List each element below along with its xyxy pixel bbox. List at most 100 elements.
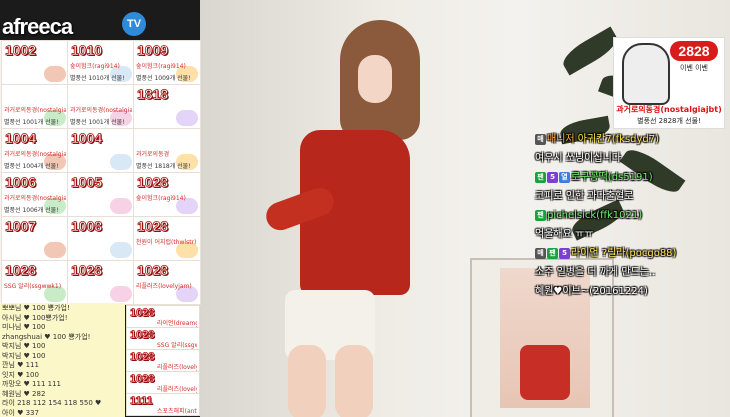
balloon-card: 1004 과거로의동경(nostalgiajbt) 별풍선 1004개 선물! <box>1 128 69 173</box>
balloon-count: 1009 <box>137 42 169 59</box>
rank-row: 아이 ♥ 337 <box>2 408 39 417</box>
chat-message: 여우시 쏘닝이십니다 <box>535 153 621 164</box>
balloon-card: 1028라이언(dreamguy) <box>126 305 200 328</box>
balloon-nickname: 과거로의동경 <box>136 151 170 158</box>
balloon-card: 1010 숲이험크(ragi914) 별풍선 1010개 선물! <box>67 40 135 85</box>
balloon-nickname: 천원이 어지럽(thwlstr) <box>136 239 197 246</box>
balloon-card: 1004 <box>67 128 135 173</box>
balloon-card: 1008 <box>67 216 135 261</box>
balloon-nickname: 숲이험크(ragi914) <box>136 195 186 202</box>
streamer-leg <box>335 345 373 417</box>
balloon-mascot-icon <box>110 154 132 170</box>
grade-badge-icon: 열 <box>559 171 570 183</box>
balloon-message: 별풍선 1001개 선물! <box>70 119 125 126</box>
balloon-count: 1002 <box>5 42 37 59</box>
balloon-count: 1028 <box>130 351 155 364</box>
balloon-nickname: SSG 알리(ssgwwk1) <box>157 342 197 349</box>
rank-row: 뽀뽀님 ♥ 100 뿅가업! <box>2 304 70 312</box>
balloon-card: 과거로의동경별풍선 1818개 선물! <box>133 128 201 173</box>
chat-message: 소주 일병을 더 까게 만드는.. <box>535 267 656 278</box>
balloon-message: 별풍선 1009개 선물! <box>136 75 191 82</box>
balloon-count: 1006 <box>5 174 37 191</box>
balloon-count: 1007 <box>5 218 37 235</box>
alert-label: 이벤 이벤 <box>680 64 708 72</box>
balloon-message: 별풍선 1001개 선물! <box>4 119 59 126</box>
alert-message: 별풍선 2828개 선물! <box>637 117 701 125</box>
chat-line: 억울해요 ㅠㅠ <box>535 225 730 244</box>
balloon-mascot-icon <box>176 110 198 126</box>
alert-nickname: 과거로의동경(nostalgiajbt) <box>616 105 722 114</box>
balloon-nickname: 리플러즈(lovelyjam) <box>136 283 192 290</box>
chat-line: 혜원♥이브~(20161224) <box>535 282 730 301</box>
chat-overlay: 매 매니저 아귀칸7(fksdyd7) 여우시 쏘닝이십니다 팬 5 열 로구꽁떡(ds51… <box>535 130 730 301</box>
balloon-alert: 2828 이벤 이벤 과거로의동경(nostalgiajbt) 별풍선 2828… <box>613 37 725 129</box>
balloon-count: 1005 <box>71 174 103 191</box>
balloon-card: 1028 SSG 알리(ssgwwk1) <box>1 260 69 305</box>
balloon-card: 과거로의동경(nostalgiajbt) 별풍선 1001개 선물! <box>67 84 135 129</box>
afreeca-logo: afreeca <box>2 14 73 39</box>
chat-line: 팬 5 열 로구꽁떡(ds5191) <box>535 168 730 187</box>
rank-row: 박지님 ♥ 100 <box>2 351 46 360</box>
tiger-mascot-icon <box>622 43 670 105</box>
chat-message: 억울해요 ㅠㅠ <box>535 229 594 240</box>
chat-line: 매 팬 5 라이언 ?릴라(pocgo88) <box>535 244 730 263</box>
manager-badge-icon: 매 <box>535 133 546 145</box>
chat-username[interactable]: 로구꽁떡(ds5191) <box>571 172 653 183</box>
balloon-card: 1028리플러즈(lovelyjam) <box>126 371 200 394</box>
balloon-nickname: 과거로의동경(nostalgiajbt) <box>70 107 132 114</box>
rank-row: 혜원님 ♥ 282 <box>2 389 46 398</box>
balloon-card: 1818 <box>133 84 201 129</box>
balloon-nickname: SSG 알리(ssgwwk1) <box>4 283 62 290</box>
chat-message: 혜원♥이브~(20161224) <box>535 286 648 297</box>
rank-row: 미나님 ♥ 100 <box>2 323 46 331</box>
balloon-nickname: 과거로의동경(nostalgiajbt) <box>4 151 66 158</box>
balloon-card: 1111 스포츠해피(antkhaj) <box>126 393 200 416</box>
rank-row: 박지님 ♥ 100 <box>2 342 46 350</box>
stream-viewport: afreeca TV 1002 1010 숲이험크(ragi914) 별풍선 1010… <box>0 0 730 417</box>
balloon-card: 1028리플러즈(lovelyjam) <box>133 260 201 305</box>
balloon-nickname: 숲이험크(ragi914) <box>70 63 120 70</box>
sub5-badge-icon: 5 <box>547 171 558 183</box>
balloon-nickname: 리플러즈(lovelyjam) <box>157 386 197 393</box>
balloon-message: 별풍선 1006개 선물! <box>4 207 59 214</box>
balloon-count: 1028 <box>130 307 155 320</box>
balloon-card: 1028SSG 알리(ssgwwk1) <box>126 327 200 350</box>
manager-badge-icon: 매 <box>535 247 546 259</box>
balloon-count: 1028 <box>130 329 155 342</box>
balloon-nickname: 리플러즈(lovelyjam) <box>157 364 197 371</box>
balloon-nickname: 과거로의동경(nostalgiajbt) <box>4 107 66 114</box>
balloon-card: 1005 <box>67 172 135 217</box>
chat-username[interactable]: pichelsick(ffk1021) <box>547 210 642 221</box>
balloon-nickname: 숲이험크(ragi914) <box>136 63 186 70</box>
rank-row: zhangshuai ♥ 100 뿅가업! <box>2 332 91 341</box>
balloon-message: 별풍선 1818개 선물! <box>136 163 191 170</box>
chat-username[interactable]: 아귀칸7(fksdyd7) <box>578 134 659 145</box>
rank-row: 까망오 ♥ 111 111 <box>2 380 61 388</box>
chat-line: 소주 일병을 더 까게 만드는.. <box>535 263 730 282</box>
chat-line: 팬 pichelsick(ffk1021) <box>535 206 730 225</box>
balloon-card: 1007 <box>1 216 69 261</box>
balloon-card: 1009 숲이험크(ragi914) 별풍선 1009개 선물! <box>133 40 201 85</box>
chat-username[interactable]: 라이언 ?릴라(pocgo88) <box>571 248 676 259</box>
chat-line: 코피로 인한 과다출혈로 <box>535 187 730 206</box>
balloon-count: 1008 <box>71 218 103 235</box>
balloon-count: 1818 <box>137 86 169 103</box>
balloon-count: 1028 <box>5 262 37 279</box>
streamer-leg <box>288 345 326 417</box>
balloon-card: 과거로의동경(nostalgiajbt) 별풍선 1001개 선물! <box>1 84 69 129</box>
balloon-message: 별풍선 1004개 선물! <box>4 163 59 170</box>
balloon-card: 1002 <box>1 40 69 85</box>
balloon-card: 1006 과거로의동경(nostalgiajbt) 별풍선 1006개 선물! <box>1 172 69 217</box>
balloon-count: 1028 <box>137 218 169 235</box>
balloon-count: 1028 <box>137 174 169 191</box>
balloon-card: 1028리플러즈(lovelyjam) <box>126 349 200 372</box>
balloon-nickname: 과거로의동경(nostalgiajbt) <box>4 195 66 202</box>
poster-dress <box>520 345 570 400</box>
rank-row: 아시님 ♥ 100뿅가업! <box>2 313 68 322</box>
chat-grade-label: 매니저 <box>547 134 578 145</box>
balloon-count: 1111 <box>130 395 153 408</box>
balloon-nickname: 라이언(dreamguy) <box>157 320 197 327</box>
balloon-count: 1010 <box>71 42 103 59</box>
chat-message: 코피로 인한 과다출혈로 <box>535 191 634 202</box>
balloon-count: 1028 <box>130 373 155 386</box>
